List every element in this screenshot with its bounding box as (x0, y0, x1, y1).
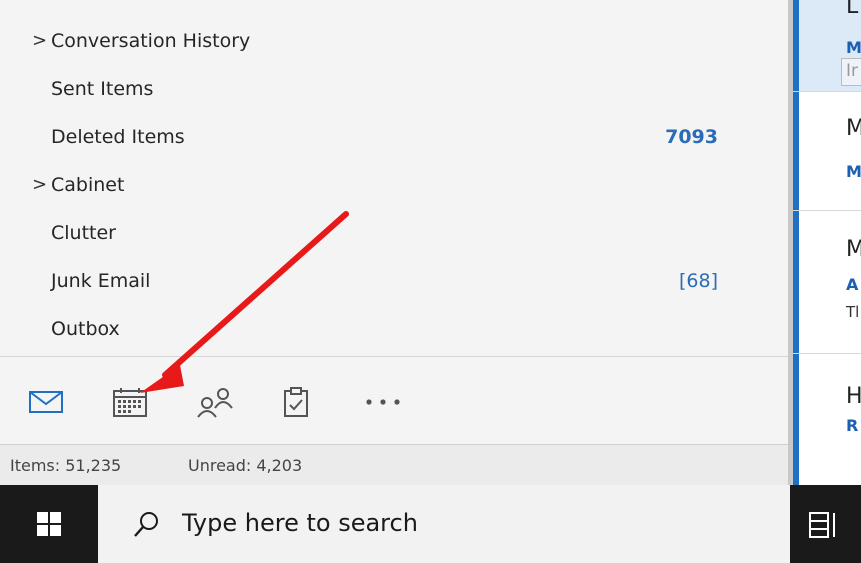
item-count: [68] (678, 270, 718, 292)
folder-cabinet[interactable]: > Cabinet (0, 162, 788, 210)
message-preview-box: Ir (841, 58, 861, 86)
folder-deleted-items[interactable]: Deleted Items 7093 (0, 114, 788, 162)
tasks-button[interactable] (276, 385, 316, 419)
message-sender: L (846, 0, 859, 19)
folder-clutter[interactable]: Clutter (0, 210, 788, 258)
calendar-button[interactable] (110, 385, 150, 419)
start-button[interactable] (0, 485, 98, 563)
chevron-right-icon[interactable]: > (32, 30, 47, 51)
folder-label: Clutter (51, 222, 116, 244)
search-icon (134, 512, 158, 537)
unread-count: 7093 (665, 126, 718, 148)
task-view-icon[interactable] (808, 509, 848, 541)
folder-label: Cabinet (51, 174, 125, 196)
calendar-icon (113, 388, 147, 417)
folder-label: Deleted Items (51, 126, 185, 148)
outlook-window: > Conversation History Sent Items Delete… (0, 0, 861, 563)
folder-junk-email[interactable]: Junk Email [68] (0, 258, 788, 306)
folder-label: Conversation History (51, 30, 251, 52)
message-preview: Ir (846, 61, 859, 81)
list-separator (793, 353, 861, 354)
chevron-right-icon[interactable]: > (32, 174, 47, 195)
search-placeholder: Type here to search (182, 509, 418, 537)
folder-label: Sent Items (51, 78, 154, 100)
folder-pane: > Conversation History Sent Items Delete… (0, 0, 788, 356)
folder-conversation-history[interactable]: > Conversation History (0, 18, 788, 66)
list-item[interactable]: M M (793, 92, 861, 210)
people-button[interactable] (196, 385, 236, 419)
message-sender: M (846, 237, 861, 262)
unread-accent (793, 211, 799, 353)
folder-sent-items[interactable]: Sent Items (0, 66, 788, 114)
message-subject: A (846, 275, 859, 294)
folder-outbox[interactable]: Outbox (0, 306, 788, 354)
taskbar-search-box[interactable]: Type here to search (98, 485, 790, 563)
message-preview: Tl (846, 303, 860, 321)
list-item[interactable]: H R (793, 354, 861, 485)
windows-logo-icon (37, 512, 61, 536)
folder-label: Outbox (51, 318, 120, 340)
list-item[interactable]: M A Tl (793, 211, 861, 353)
tasks-icon (284, 387, 308, 417)
message-sender: H (846, 384, 861, 409)
list-separator (793, 91, 861, 92)
list-item[interactable]: L M Ir (793, 0, 861, 91)
unread-accent (793, 92, 799, 210)
status-bar: Items: 51,235 Unread: 4,203 (0, 444, 788, 485)
mail-icon (29, 391, 63, 413)
message-sender: M (846, 116, 861, 141)
message-subject: R (846, 416, 859, 435)
message-subject: M (846, 162, 861, 181)
more-button[interactable] (363, 385, 403, 419)
list-separator (793, 210, 861, 211)
unread-accent (793, 354, 799, 485)
selection-accent (793, 0, 799, 91)
module-nav-bar (0, 356, 788, 444)
folder-label: Junk Email (51, 270, 151, 292)
unread-count: Unread: 4,203 (188, 456, 303, 475)
items-count: Items: 51,235 (10, 456, 122, 475)
windows-taskbar: Type here to search (0, 485, 861, 563)
people-icon (197, 388, 233, 418)
message-subject: M (846, 38, 861, 57)
more-icon (366, 399, 400, 405)
mail-button[interactable] (26, 385, 66, 419)
message-list: L M Ir M M M A Tl H R (793, 0, 861, 485)
